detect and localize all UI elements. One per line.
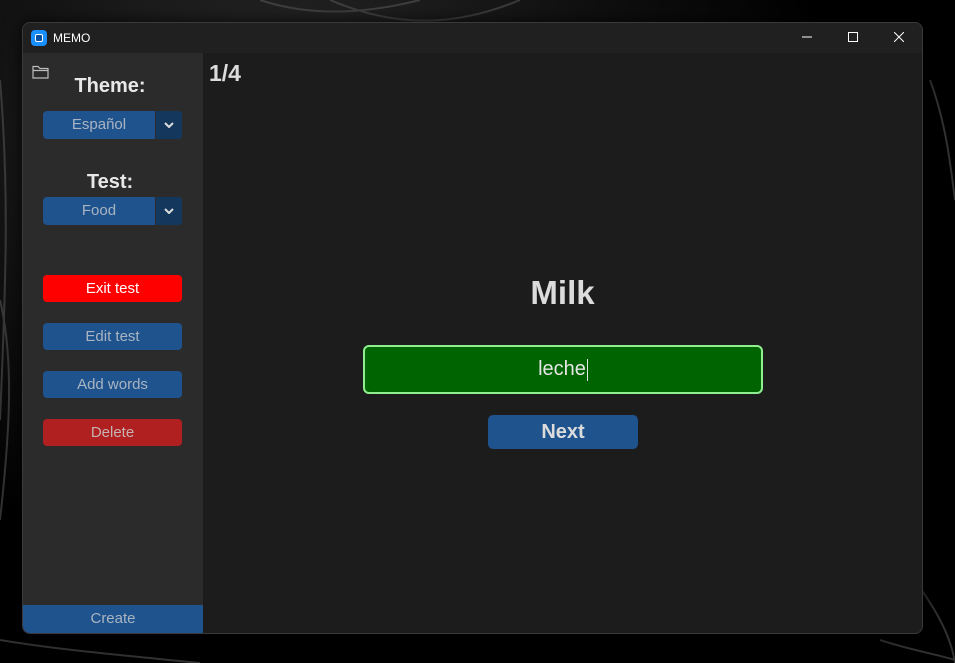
answer-input[interactable]: leche xyxy=(363,345,763,394)
theme-select-value: Español xyxy=(71,116,127,133)
test-dropdown-button[interactable] xyxy=(155,197,182,225)
sidebar: Theme: Español Test: Food Exit test Edit… xyxy=(23,53,203,633)
create-button[interactable]: Create xyxy=(23,605,203,633)
close-icon xyxy=(893,31,905,43)
answer-input-value: leche xyxy=(538,358,586,380)
theme-heading: Theme: xyxy=(74,75,146,97)
app-window: MEMO Theme: Español Test: Food Exit test… xyxy=(22,22,923,634)
maximize-button[interactable] xyxy=(830,23,876,53)
title-bar[interactable]: MEMO xyxy=(23,23,922,53)
test-select-value: Food xyxy=(81,202,117,219)
chevron-down-icon xyxy=(164,122,174,128)
minimize-button[interactable] xyxy=(784,23,830,53)
delete-button[interactable]: Delete xyxy=(43,419,182,446)
minimize-icon xyxy=(802,36,812,38)
chevron-down-icon xyxy=(164,208,174,214)
app-icon xyxy=(31,30,47,46)
add-words-button[interactable]: Add words xyxy=(43,371,182,398)
window-title: MEMO xyxy=(53,31,91,45)
text-caret xyxy=(586,358,588,381)
quiz-panel: 1/4 Milk leche Next xyxy=(203,53,922,633)
progress-counter: 1/4 xyxy=(209,60,241,86)
prompt-word: Milk xyxy=(530,274,595,311)
close-button[interactable] xyxy=(876,23,922,53)
theme-select[interactable]: Español xyxy=(43,111,182,139)
exit-test-button[interactable]: Exit test xyxy=(43,275,182,302)
theme-dropdown-button[interactable] xyxy=(155,111,182,139)
test-select[interactable]: Food xyxy=(43,197,182,225)
next-button[interactable]: Next xyxy=(488,415,638,449)
maximize-icon xyxy=(848,32,858,42)
test-heading: Test: xyxy=(86,171,134,193)
edit-test-button[interactable]: Edit test xyxy=(43,323,182,350)
